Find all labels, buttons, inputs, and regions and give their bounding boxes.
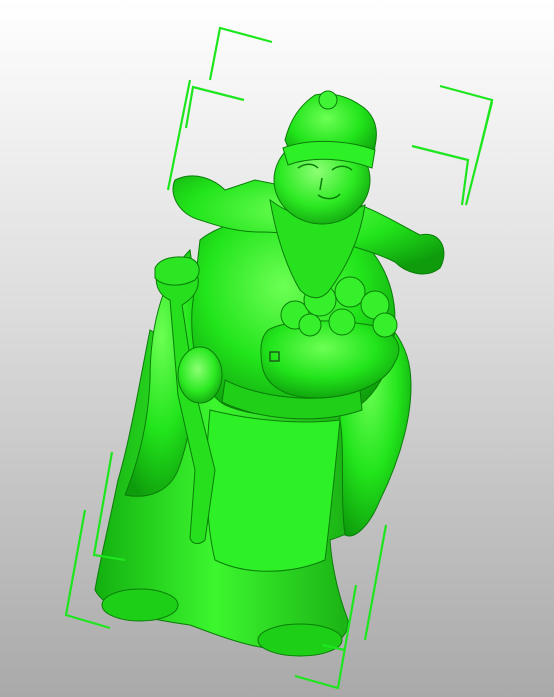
right-shoe — [257, 623, 343, 657]
bbox-corner-bottom-right-back — [363, 524, 388, 641]
bbox-corner-top-left-front — [184, 85, 245, 129]
hat-jewel — [318, 90, 338, 110]
bbox-corner-right-vert — [464, 101, 494, 206]
scene-canvas[interactable] — [0, 0, 554, 697]
left-hand — [177, 346, 223, 404]
statue-model[interactable] — [94, 90, 445, 657]
bbox-corner-top-left-back — [208, 26, 273, 81]
3d-viewport[interactable] — [0, 0, 554, 697]
bbox-corner-right-mid — [411, 144, 470, 206]
left-shoe — [101, 588, 179, 622]
bbox-corner-left-mid — [166, 79, 192, 191]
robe-front-panel — [206, 409, 341, 572]
bbox-corner-top-right-back — [439, 84, 494, 151]
shoulder-ingot — [154, 256, 200, 286]
